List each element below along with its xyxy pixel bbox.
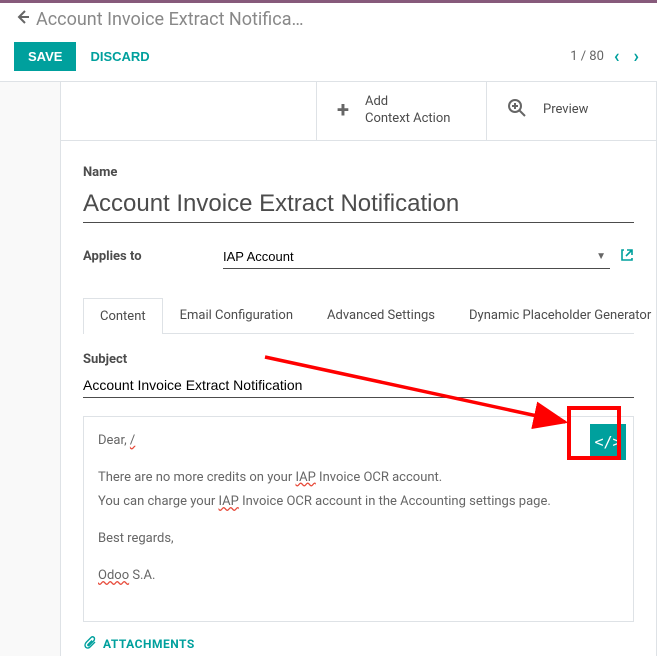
plus-icon: +: [337, 98, 349, 123]
top-spacer: [61, 82, 316, 140]
code-icon: </>: [594, 433, 621, 451]
body-regards: Best regards,: [98, 529, 583, 550]
form-sheet: + Add Context Action Preview Name Applie…: [60, 82, 657, 656]
code-view-button[interactable]: </>: [590, 424, 626, 460]
paperclip-icon: [83, 636, 97, 653]
preview-label: Preview: [543, 102, 588, 119]
top-buttons: + Add Context Action Preview: [61, 82, 656, 141]
body-iap-1: IAP: [295, 470, 315, 485]
form-inner: Name Applies to ▼ Content Email Configu: [61, 141, 656, 656]
body-line1b: Invoice OCR account.: [316, 470, 442, 485]
body-line2a: You can charge your: [98, 494, 219, 509]
applies-to-input[interactable]: [223, 245, 610, 269]
body-line1a: There are no more credits on your: [98, 470, 295, 485]
subject-input[interactable]: [83, 373, 634, 398]
tabs: Content Email Configuration Advanced Set…: [83, 297, 634, 334]
app-window: Account Invoice Extract Notifica… SAVE D…: [0, 0, 657, 656]
preview-button[interactable]: Preview: [486, 82, 656, 140]
header-bar: Account Invoice Extract Notifica…: [0, 0, 657, 34]
pager-text: 1 / 80: [570, 49, 604, 64]
name-label: Name: [83, 165, 634, 180]
toolbar: SAVE DISCARD 1 / 80 ‹ ›: [0, 34, 657, 82]
breadcrumb: Account Invoice Extract Notifica…: [36, 9, 304, 30]
add-context-label: Add Context Action: [365, 94, 450, 128]
body-greeting: Dear,: [98, 433, 130, 448]
body-iap-2: IAP: [219, 494, 239, 509]
add-context-action-button[interactable]: + Add Context Action: [316, 82, 486, 140]
attachments-button[interactable]: ATTACHMENTS: [83, 636, 634, 653]
subject-field: Subject: [83, 352, 634, 398]
editor-wrap: Dear, / There are no more credits on you…: [83, 416, 634, 622]
tab-dynamic-placeholder-generator[interactable]: Dynamic Placeholder Generator: [452, 297, 657, 333]
body-sign-a: Odoo: [98, 568, 129, 583]
zoom-in-icon: [507, 98, 527, 124]
pager: 1 / 80 ‹ ›: [570, 46, 643, 67]
applies-to-field: Applies to ▼: [83, 245, 634, 269]
discard-button[interactable]: DISCARD: [76, 42, 163, 71]
applies-to-select[interactable]: ▼: [223, 245, 610, 269]
body-editor[interactable]: Dear, / There are no more credits on you…: [83, 416, 634, 622]
pager-next-icon[interactable]: ›: [630, 46, 643, 67]
body-sign-b: S.A.: [129, 568, 155, 583]
tab-advanced-settings[interactable]: Advanced Settings: [310, 297, 452, 333]
body-slash: /: [130, 433, 135, 448]
subject-label: Subject: [83, 352, 634, 367]
tab-email-configuration[interactable]: Email Configuration: [163, 297, 310, 333]
save-button[interactable]: SAVE: [14, 42, 76, 71]
name-field: Name: [83, 165, 634, 223]
name-input[interactable]: [83, 186, 634, 223]
content-area: + Add Context Action Preview Name Applie…: [0, 82, 657, 656]
applies-to-label: Applies to: [83, 249, 223, 264]
back-arrow-icon[interactable]: [14, 9, 30, 30]
external-link-icon[interactable]: [620, 248, 634, 266]
tab-content[interactable]: Content: [83, 298, 163, 334]
body-line2b: Invoice OCR account in the Accounting se…: [239, 494, 551, 509]
pager-prev-icon[interactable]: ‹: [610, 46, 624, 67]
attachments-label: ATTACHMENTS: [103, 637, 195, 651]
